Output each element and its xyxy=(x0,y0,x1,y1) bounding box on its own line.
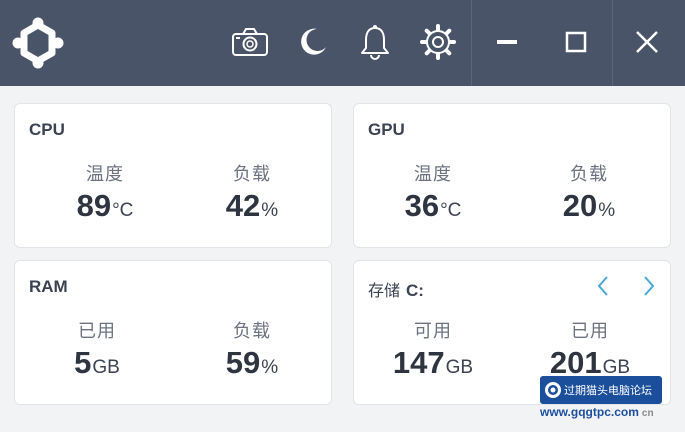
value-number: 20 xyxy=(562,188,598,223)
metric-label: 温度 xyxy=(86,164,124,185)
value-unit: °C xyxy=(440,200,462,221)
value-number: 89 xyxy=(76,188,112,223)
storage-free: 可用 147GB xyxy=(368,317,498,381)
close-icon xyxy=(636,31,658,53)
value-unit: % xyxy=(261,200,279,221)
metric-value: 20% xyxy=(524,188,654,224)
next-drive-button[interactable] xyxy=(637,271,661,301)
card-title: GPU xyxy=(368,120,405,139)
metric-value: 5GB xyxy=(32,345,162,381)
forum-logo-icon xyxy=(545,382,561,398)
metric-value: 147GB xyxy=(368,345,498,381)
metric-value: 42% xyxy=(187,188,317,224)
watermark-text: 过期猫头电脑论坛 xyxy=(564,384,652,397)
value-number: 201 xyxy=(549,345,602,380)
chevron-right-icon xyxy=(644,276,655,296)
metric-label: 已用 xyxy=(78,321,116,342)
metric-label: 可用 xyxy=(414,321,452,342)
previous-drive-button[interactable] xyxy=(591,271,615,301)
forum-watermark: 过期猫头电脑论坛 xyxy=(540,376,662,404)
cpu-card: CPU 温度 89°C 负载 42% xyxy=(14,103,332,248)
gpu-load: 负载 20% xyxy=(524,160,654,224)
metric-label: 负载 xyxy=(233,321,271,342)
cpu-temperature: 温度 89°C xyxy=(40,160,170,224)
app-logo-icon xyxy=(12,17,64,69)
bell-icon xyxy=(361,25,389,60)
minimize-icon xyxy=(497,40,517,44)
minimize-button[interactable] xyxy=(487,22,527,62)
drive-label: C: xyxy=(406,281,424,300)
metric-value: 59% xyxy=(187,345,317,381)
card-title: CPU xyxy=(29,120,65,139)
value-number: 5 xyxy=(74,345,92,380)
chevron-left-icon xyxy=(597,276,608,296)
ram-card: RAM 已用 5GB 负载 59% xyxy=(14,260,332,405)
card-title: RAM xyxy=(29,277,68,296)
metric-label: 负载 xyxy=(233,164,271,185)
notification-button[interactable] xyxy=(355,22,395,62)
cpu-load: 负载 42% xyxy=(187,160,317,224)
title-bar xyxy=(0,0,685,86)
titlebar-divider xyxy=(471,0,472,86)
ram-used: 已用 5GB xyxy=(32,317,162,381)
value-unit: % xyxy=(261,357,279,378)
metric-value: 89°C xyxy=(40,188,170,224)
value-number: 147 xyxy=(392,345,445,380)
value-number: 36 xyxy=(404,188,440,223)
dark-mode-button[interactable] xyxy=(293,22,333,62)
value-unit: GB xyxy=(445,357,474,378)
metric-label: 已用 xyxy=(571,321,609,342)
value-unit: °C xyxy=(112,200,134,221)
value-number: 59 xyxy=(225,345,261,380)
ram-load: 负载 59% xyxy=(187,317,317,381)
value-unit: GB xyxy=(92,357,120,378)
screenshot-button[interactable] xyxy=(230,22,270,62)
gpu-card: GPU 温度 36°C 负载 20% xyxy=(353,103,671,248)
watermark-suffix: cn xyxy=(641,408,654,419)
storage-title: 存储 C: xyxy=(368,277,424,301)
value-unit: % xyxy=(598,200,616,221)
watermark-url-text: www.gqgtpc.com xyxy=(540,405,639,419)
close-button[interactable] xyxy=(627,22,667,62)
value-unit: GB xyxy=(602,357,631,378)
storage-label: 存储 xyxy=(368,281,401,300)
metric-value: 36°C xyxy=(368,188,498,224)
metric-label: 温度 xyxy=(414,164,452,185)
moon-icon xyxy=(301,28,326,55)
value-number: 42 xyxy=(225,188,261,223)
settings-button[interactable] xyxy=(418,22,458,62)
gear-icon xyxy=(420,24,456,60)
maximize-icon xyxy=(565,31,587,53)
maximize-button[interactable] xyxy=(556,22,596,62)
storage-used: 已用 201GB xyxy=(525,317,655,381)
gpu-temperature: 温度 36°C xyxy=(368,160,498,224)
watermark-url: www.gqgtpc.com cn xyxy=(540,405,685,419)
metric-label: 负载 xyxy=(570,164,608,185)
titlebar-divider xyxy=(612,0,613,86)
camera-icon xyxy=(232,28,268,56)
